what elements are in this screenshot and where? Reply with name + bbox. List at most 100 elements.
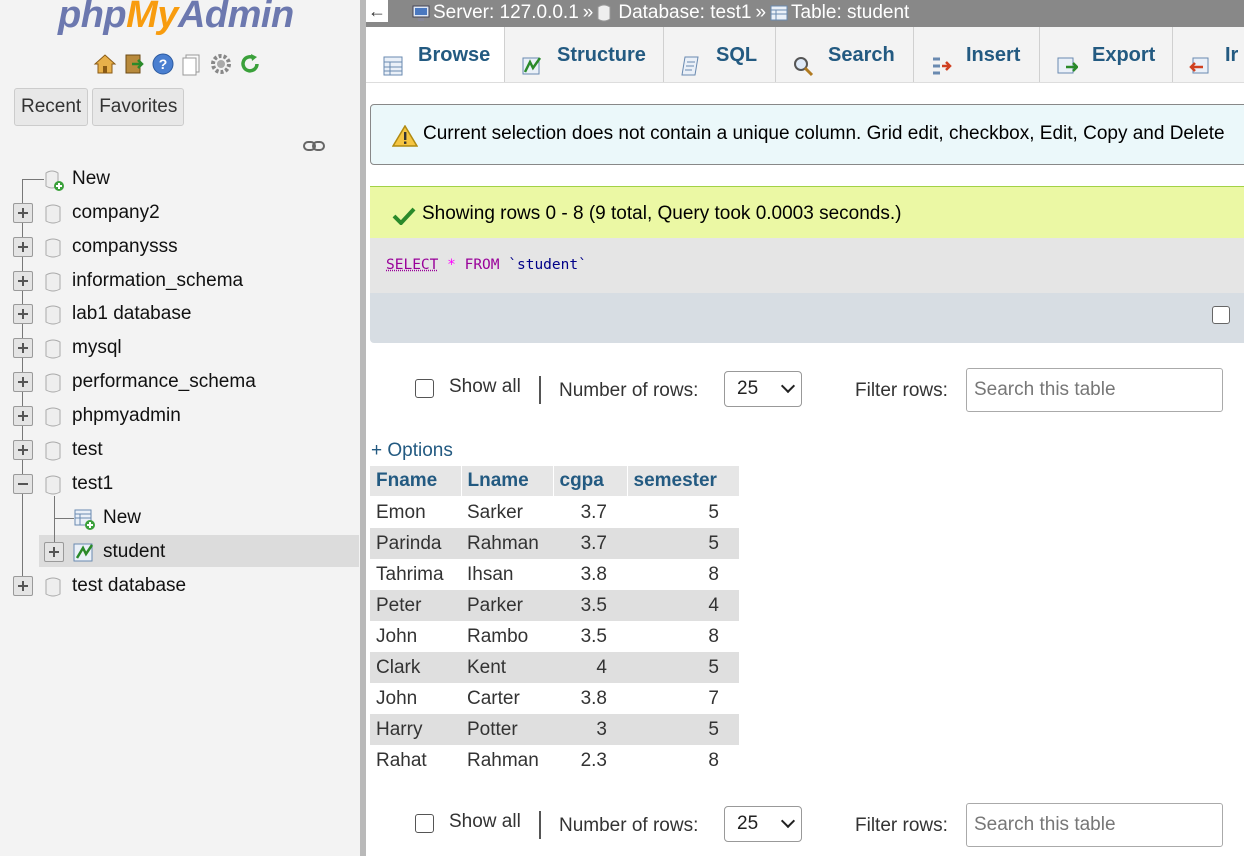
logout-icon[interactable] xyxy=(122,52,146,76)
cell-fname[interactable]: Emon xyxy=(370,497,461,528)
cell-cgpa[interactable]: 3.7 xyxy=(553,497,627,528)
expand-icon[interactable] xyxy=(44,542,64,562)
cell-cgpa[interactable]: 3.8 xyxy=(553,559,627,590)
cell-cgpa[interactable]: 3.5 xyxy=(553,590,627,621)
cell-fname[interactable]: Harry xyxy=(370,714,461,745)
documentation-icon[interactable] xyxy=(180,52,204,76)
tree-item-test[interactable]: test xyxy=(0,434,360,466)
tree-item-companysss[interactable]: companysss xyxy=(0,231,360,263)
cell-lname[interactable]: Rahman xyxy=(461,528,553,559)
show-all-checkbox[interactable] xyxy=(415,814,434,833)
tab-insert[interactable]: Insert xyxy=(914,27,1040,83)
link-with-main-panel-icon[interactable] xyxy=(303,137,325,151)
breadcrumb-server[interactable]: Server: 127.0.0.1 xyxy=(412,0,579,26)
cell-fname[interactable]: Rahat xyxy=(370,745,461,776)
filter-rows-input[interactable] xyxy=(966,803,1223,847)
cell-fname[interactable]: John xyxy=(370,683,461,714)
rows-per-page-select[interactable]: 25 xyxy=(724,371,802,407)
tree-item-student[interactable]: student xyxy=(0,536,360,568)
cell-semester[interactable]: 8 xyxy=(627,559,739,590)
back-arrow-button[interactable]: ← xyxy=(366,0,388,22)
expand-icon[interactable] xyxy=(13,406,33,426)
cell-semester[interactable]: 4 xyxy=(627,590,739,621)
home-icon[interactable] xyxy=(93,52,117,76)
cell-lname[interactable]: Carter xyxy=(461,683,553,714)
cell-semester[interactable]: 8 xyxy=(627,621,739,652)
cell-cgpa[interactable]: 2.3 xyxy=(553,745,627,776)
favorites-button[interactable]: Favorites xyxy=(92,88,184,126)
column-header-semester[interactable]: semester xyxy=(627,466,739,497)
show-all-label[interactable]: Show all xyxy=(449,376,521,398)
breadcrumb-database[interactable]: Database: test1 xyxy=(597,0,751,26)
expand-icon[interactable] xyxy=(13,338,33,358)
show-all-label[interactable]: Show all xyxy=(449,811,521,833)
tab-structure[interactable]: Structure xyxy=(505,27,664,83)
tree-item-information-schema[interactable]: information_schema xyxy=(0,265,360,297)
expand-icon[interactable] xyxy=(13,440,33,460)
reload-icon[interactable] xyxy=(238,52,262,76)
cell-fname[interactable]: John xyxy=(370,621,461,652)
rows-per-page-select[interactable]: 25 xyxy=(724,806,802,842)
column-header-lname[interactable]: Lname xyxy=(461,466,553,497)
cell-cgpa[interactable]: 3 xyxy=(553,714,627,745)
expand-icon[interactable] xyxy=(13,576,33,596)
tab-export[interactable]: Export xyxy=(1040,27,1173,83)
cell-semester[interactable]: 5 xyxy=(627,497,739,528)
sql-query[interactable]: SELECT * FROM `student` xyxy=(386,257,587,273)
tab-browse[interactable]: Browse xyxy=(366,27,505,83)
tree-item-lab1-database[interactable]: lab1 database xyxy=(0,298,360,330)
column-header-cgpa[interactable]: cgpa xyxy=(553,466,627,497)
tree-item-test1[interactable]: test1 xyxy=(0,468,360,500)
tab-sql[interactable]: SQL xyxy=(664,27,776,83)
cell-lname[interactable]: Rambo xyxy=(461,621,553,652)
nav-icon-bar: ? xyxy=(93,52,262,76)
breadcrumb-table[interactable]: Table: student xyxy=(770,0,909,26)
cell-cgpa[interactable]: 4 xyxy=(553,652,627,683)
tree-item-phpmyadmin[interactable]: phpmyadmin xyxy=(0,400,360,432)
help-icon[interactable]: ? xyxy=(151,52,175,76)
filter-rows-label: Filter rows: xyxy=(855,815,948,837)
expand-icon[interactable] xyxy=(13,203,33,223)
cell-cgpa[interactable]: 3.8 xyxy=(553,683,627,714)
cell-fname[interactable]: Parinda xyxy=(370,528,461,559)
tab-search[interactable]: Search xyxy=(776,27,914,83)
settings-icon[interactable] xyxy=(209,52,233,76)
options-link[interactable]: + Options xyxy=(371,440,453,462)
expand-icon[interactable] xyxy=(13,304,33,324)
cell-cgpa[interactable]: 3.7 xyxy=(553,528,627,559)
column-header-fname[interactable]: Fname xyxy=(370,466,461,497)
tree-item-new-database[interactable]: New xyxy=(0,163,360,195)
navigation-panel: phpMyAdmin ? Recent Favorites New compan… xyxy=(0,0,360,856)
cell-lname[interactable]: Sarker xyxy=(461,497,553,528)
cell-lname[interactable]: Parker xyxy=(461,590,553,621)
cell-lname[interactable]: Kent xyxy=(461,652,553,683)
tree-item-company2[interactable]: company2 xyxy=(0,197,360,229)
nav-resize-handle[interactable] xyxy=(360,0,366,856)
recent-button[interactable]: Recent xyxy=(14,88,88,126)
tab-import[interactable]: Ir xyxy=(1173,27,1244,83)
cell-lname[interactable]: Potter xyxy=(461,714,553,745)
cell-semester[interactable]: 8 xyxy=(627,745,739,776)
tree-item-performance-schema[interactable]: performance_schema xyxy=(0,366,360,398)
phpmyadmin-logo[interactable]: phpMyAdmin xyxy=(58,0,294,37)
expand-icon[interactable] xyxy=(13,372,33,392)
cell-semester[interactable]: 5 xyxy=(627,528,739,559)
cell-semester[interactable]: 5 xyxy=(627,652,739,683)
cell-lname[interactable]: Ihsan xyxy=(461,559,553,590)
cell-semester[interactable]: 7 xyxy=(627,683,739,714)
tree-item-new-table[interactable]: New xyxy=(0,502,360,534)
tree-item-test-database[interactable]: test database xyxy=(0,570,360,602)
collapse-icon[interactable] xyxy=(13,474,33,494)
expand-icon[interactable] xyxy=(13,237,33,257)
cell-lname[interactable]: Rahman xyxy=(461,745,553,776)
cell-fname[interactable]: Tahrima xyxy=(370,559,461,590)
expand-icon[interactable] xyxy=(13,271,33,291)
cell-semester[interactable]: 5 xyxy=(627,714,739,745)
cell-cgpa[interactable]: 3.5 xyxy=(553,621,627,652)
show-all-checkbox[interactable] xyxy=(415,379,434,398)
cell-fname[interactable]: Clark xyxy=(370,652,461,683)
tree-item-mysql[interactable]: mysql xyxy=(0,332,360,364)
filter-rows-input[interactable] xyxy=(966,368,1223,412)
cell-fname[interactable]: Peter xyxy=(370,590,461,621)
profiling-checkbox[interactable] xyxy=(1212,306,1230,324)
